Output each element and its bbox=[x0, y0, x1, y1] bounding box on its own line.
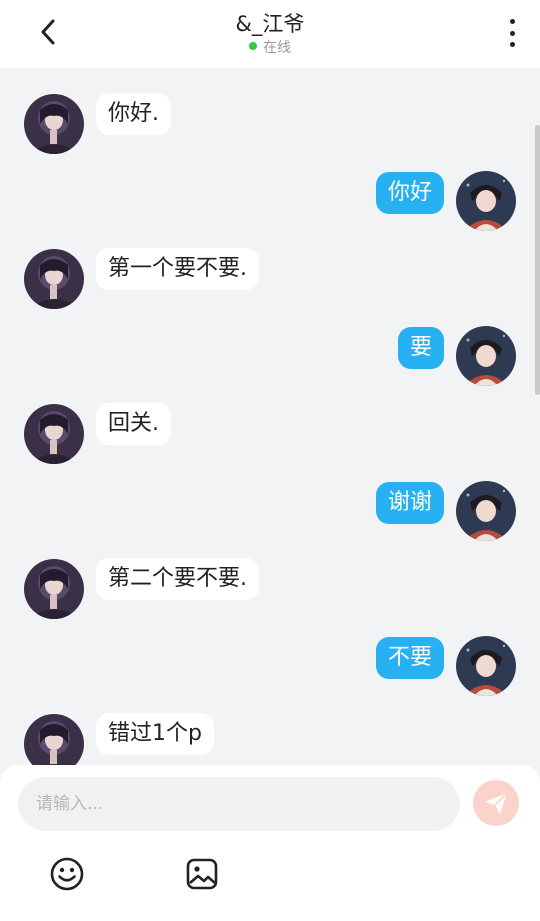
chat-header: &_江爷 在线 bbox=[0, 0, 540, 68]
composer-panel bbox=[0, 765, 540, 921]
contact-avatar[interactable] bbox=[24, 559, 84, 619]
message-bubble-incoming[interactable]: 第一个要不要. bbox=[96, 248, 259, 290]
message-bubble-incoming[interactable]: 回关. bbox=[96, 403, 171, 445]
user-avatar[interactable] bbox=[456, 171, 516, 231]
message-bubble-outgoing[interactable]: 谢谢 bbox=[375, 482, 444, 524]
contact-avatar[interactable] bbox=[24, 249, 84, 309]
more-vertical-icon bbox=[509, 19, 515, 24]
image-icon bbox=[186, 858, 218, 890]
user-avatar[interactable] bbox=[456, 481, 516, 541]
user-avatar[interactable] bbox=[456, 326, 516, 386]
message-bubble-incoming[interactable]: 你好. bbox=[96, 93, 171, 135]
emoji-icon bbox=[50, 857, 84, 891]
message-bubble-outgoing[interactable]: 不要 bbox=[375, 637, 444, 679]
send-button[interactable] bbox=[473, 780, 519, 826]
online-status-label: 在线 bbox=[263, 40, 291, 56]
message-bubble-outgoing[interactable]: 要 bbox=[397, 327, 444, 369]
emoji-button[interactable] bbox=[47, 854, 87, 894]
message-bubble-outgoing[interactable]: 你好 bbox=[375, 172, 444, 214]
message-input[interactable] bbox=[18, 777, 460, 831]
more-vertical-icon-dot bbox=[509, 42, 515, 47]
chat-title: &_江爷 bbox=[235, 12, 305, 36]
more-options-button[interactable] bbox=[504, 16, 520, 50]
scrollbar[interactable] bbox=[535, 125, 540, 395]
online-dot-icon bbox=[249, 42, 257, 50]
online-status: 在线 bbox=[0, 37, 540, 57]
more-vertical-icon-dot bbox=[509, 30, 515, 36]
message-bubble-incoming[interactable]: 错过1个p bbox=[96, 713, 214, 755]
user-avatar[interactable] bbox=[456, 636, 516, 696]
contact-avatar[interactable] bbox=[24, 404, 84, 464]
image-button[interactable] bbox=[182, 854, 222, 894]
message-list[interactable]: 你好. 你好 第一个要不要. 要 回关. 谢谢 第二个要不要. 不要 错过1个p bbox=[0, 68, 540, 765]
send-icon bbox=[485, 792, 508, 814]
contact-avatar[interactable] bbox=[24, 94, 84, 154]
message-bubble-incoming[interactable]: 第二个要不要. bbox=[96, 558, 259, 600]
contact-avatar[interactable] bbox=[24, 714, 84, 765]
